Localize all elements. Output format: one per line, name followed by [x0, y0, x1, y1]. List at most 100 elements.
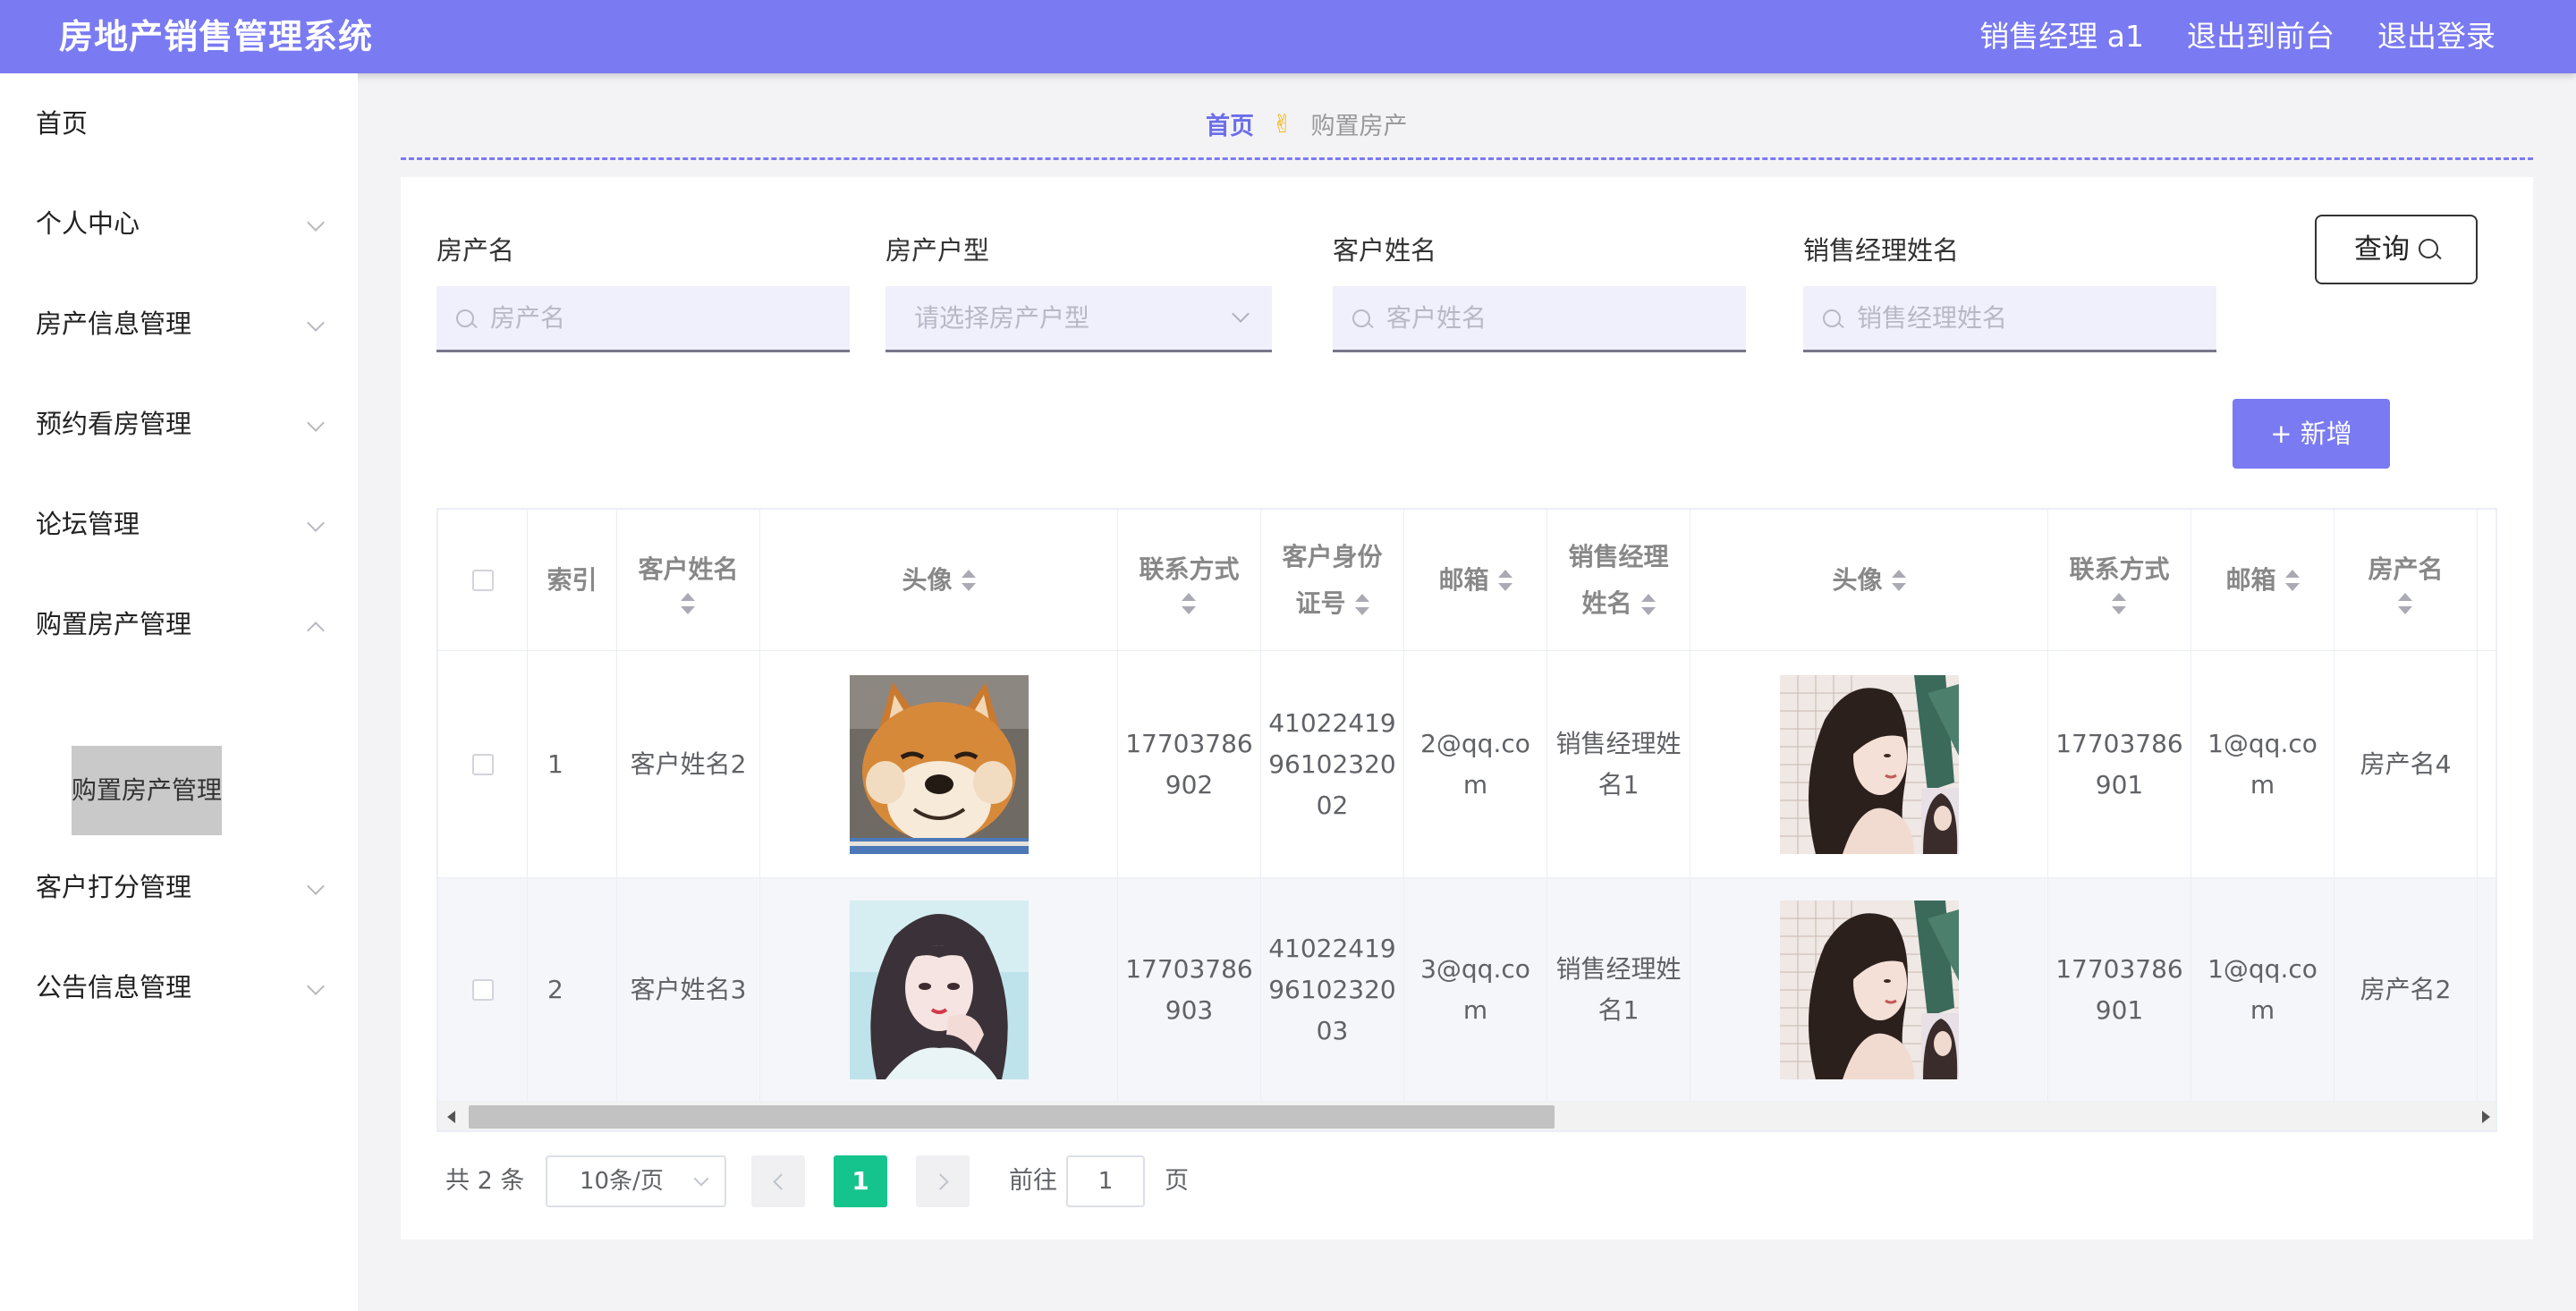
sort-icon[interactable]: [2284, 569, 2300, 591]
submenu-item-property-purchase[interactable]: 购置房产管理: [72, 746, 222, 835]
table-cell-phone: 17703786903: [1118, 878, 1261, 1102]
page-size-select[interactable]: 10条/页: [546, 1155, 726, 1207]
chevron-down-icon: [307, 514, 325, 532]
property-type-label: 房产户型: [886, 235, 990, 266]
chevron-down-icon: [307, 214, 325, 232]
breadcrumb-home[interactable]: 首页: [1206, 106, 1254, 141]
column-header-manager-avatar[interactable]: 头像: [1690, 510, 2048, 651]
header-select-all: [438, 510, 528, 651]
table-cell-property-name: 房产名4: [2334, 651, 2478, 878]
data-table: 索引 客户姓名 头像 联系方式 客户身份证号 邮箱 销售经理姓名 头像 联系方式…: [436, 508, 2497, 1132]
sort-icon[interactable]: [1497, 569, 1513, 591]
scroll-right-icon[interactable]: [2482, 1111, 2490, 1123]
row-select-cell: [438, 651, 528, 878]
sidebar-item-property-purchase[interactable]: 购置房产管理: [36, 597, 325, 651]
sidebar-item-home[interactable]: 首页: [36, 97, 322, 150]
woman-portrait[interactable]: [1779, 674, 1959, 854]
column-header-customer-name[interactable]: 客户姓名: [617, 510, 760, 651]
sort-icon[interactable]: [1891, 569, 1906, 591]
select-all-checkbox[interactable]: [471, 569, 494, 591]
row-checkbox[interactable]: [471, 753, 494, 775]
table-cell-manager-name: 销售经理姓名1: [1547, 878, 1690, 1102]
shiba-dog-photo[interactable]: [849, 674, 1029, 854]
chevron-up-icon: [307, 622, 325, 639]
exit-to-frontend-link[interactable]: 退出到前台: [2187, 16, 2334, 57]
girl-portrait[interactable]: [849, 900, 1029, 1079]
sidebar-item-label: 公告信息管理: [36, 972, 192, 1002]
customer-name-input[interactable]: 客户姓名: [1333, 286, 1746, 352]
column-header-label: 房产名: [2368, 554, 2444, 584]
horizontal-scrollbar[interactable]: [438, 1102, 2496, 1130]
prev-page-button[interactable]: [751, 1155, 805, 1207]
sidebar-item-label: 购置房产管理: [36, 609, 192, 639]
column-header-id-card[interactable]: 客户身份证号: [1261, 510, 1404, 651]
input-placeholder: 客户姓名: [1386, 303, 1487, 333]
chevron-down-icon: [307, 314, 325, 332]
sidebar-item-viewing-appointments[interactable]: 预约看房管理: [36, 397, 325, 451]
chevron-down-icon: [307, 977, 325, 995]
table-cell-manager-phone: 17703786901: [2048, 651, 2191, 878]
top-links: 销售经理 a1 退出到前台 退出登录: [1979, 16, 2496, 57]
row-checkbox[interactable]: [471, 978, 494, 1001]
column-header-label: 头像: [1832, 564, 1883, 595]
goto-page-input[interactable]: 1: [1066, 1155, 1145, 1207]
sidebar-item-label: 房产信息管理: [36, 309, 192, 339]
input-placeholder: 房产名: [490, 303, 566, 333]
select-placeholder: 请选择房产户型: [914, 303, 1090, 333]
table-cell-email: 2@qq.com: [1404, 651, 1547, 878]
property-type-select[interactable]: 请选择房产户型: [886, 286, 1272, 352]
table-cell-index: 2: [528, 878, 617, 1102]
victory-hand-icon: ✌: [1272, 108, 1293, 139]
table-cell-overflow: [2478, 878, 2496, 1102]
sidebar-item-customer-rating[interactable]: 客户打分管理: [36, 860, 325, 914]
column-header-manager-name[interactable]: 销售经理姓名: [1547, 510, 1690, 651]
search-icon: [2419, 238, 2438, 258]
next-page-button[interactable]: [916, 1155, 970, 1207]
column-header-phone[interactable]: 联系方式: [1118, 510, 1261, 651]
sort-icon[interactable]: [961, 569, 976, 591]
breadcrumb: 首页 ✌ 购置房产: [1206, 106, 1407, 141]
table-cell-customer-name: 客户姓名2: [617, 651, 760, 878]
sort-icon[interactable]: [1354, 593, 1369, 615]
sort-icon[interactable]: [2398, 592, 2413, 614]
column-header-label: 邮箱: [2225, 564, 2276, 595]
table-cell-customer-name: 客户姓名3: [617, 878, 760, 1102]
woman-portrait[interactable]: [1779, 900, 1959, 1079]
chevron-down-icon: [307, 877, 325, 895]
sort-icon[interactable]: [681, 592, 696, 614]
sort-icon[interactable]: [2112, 592, 2127, 614]
sidebar-item-announcements[interactable]: 公告信息管理: [36, 960, 325, 1014]
main-panel: 房产名 房产名 房产户型 请选择房产户型 客户姓名 客户姓名 销售经理姓名 销售…: [401, 177, 2533, 1239]
sort-icon[interactable]: [1182, 592, 1197, 614]
page-number-1[interactable]: 1: [834, 1155, 887, 1207]
manager-name-input[interactable]: 销售经理姓名: [1803, 286, 2216, 352]
scroll-left-icon[interactable]: [447, 1111, 455, 1123]
sort-icon[interactable]: [1640, 593, 1656, 615]
column-header-manager-phone[interactable]: 联系方式: [2048, 510, 2191, 651]
user-role-link[interactable]: 销售经理 a1: [1979, 16, 2144, 57]
chevron-down-icon: [1232, 305, 1250, 323]
table-cell-avatar: [760, 651, 1118, 878]
logout-link[interactable]: 退出登录: [2377, 16, 2496, 57]
column-header-index[interactable]: 索引: [528, 510, 617, 651]
sidebar-item-property-info[interactable]: 房产信息管理: [36, 297, 325, 351]
scrollbar-thumb[interactable]: [469, 1105, 1555, 1129]
table-cell-manager-email: 1@qq.com: [2191, 651, 2334, 878]
column-header-property-name[interactable]: 房产名: [2334, 510, 2478, 651]
sidebar-item-personal-center[interactable]: 个人中心: [36, 197, 325, 250]
column-header-label: 客户姓名: [638, 554, 739, 584]
column-header-email[interactable]: 邮箱: [1404, 510, 1547, 651]
total-count: 共 2 条: [445, 1167, 525, 1195]
query-button[interactable]: 查询: [2315, 215, 2478, 284]
property-name-input[interactable]: 房产名: [436, 286, 850, 352]
table-cell-manager-avatar: [1690, 878, 2048, 1102]
column-header-manager-email[interactable]: 邮箱: [2191, 510, 2334, 651]
sidebar-item-forum[interactable]: 论坛管理: [36, 497, 325, 551]
add-button[interactable]: + 新增: [2233, 399, 2390, 469]
table-cell-phone: 17703786902: [1118, 651, 1261, 878]
column-header-avatar[interactable]: 头像: [760, 510, 1118, 651]
table-cell-id-card: 410224199610232002: [1261, 651, 1404, 878]
search-icon: [1823, 309, 1841, 327]
sidebar-item-label: 预约看房管理: [36, 409, 192, 439]
search-icon: [456, 309, 474, 327]
